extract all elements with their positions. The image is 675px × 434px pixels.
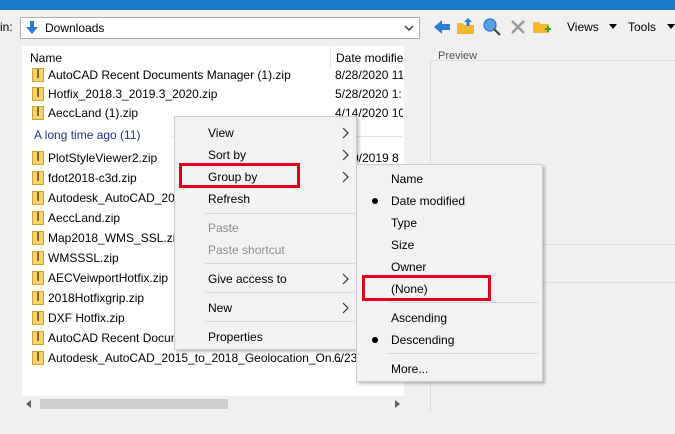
submenu-item-type[interactable]: Type <box>357 212 544 234</box>
file-name: fdot2018-c3d.zip <box>48 171 137 185</box>
zip-file-icon <box>32 251 44 265</box>
delete-icon[interactable] <box>508 17 528 37</box>
zip-file-icon <box>32 151 44 165</box>
zip-file-icon <box>32 291 44 305</box>
zip-file-icon <box>32 271 44 285</box>
file-name: DXF Hotfix.zip <box>48 311 125 325</box>
chevron-right-icon <box>342 302 349 314</box>
menu-separator <box>205 292 355 293</box>
zip-file-icon <box>32 331 44 345</box>
look-in-label: in: <box>0 20 13 34</box>
menu-separator <box>205 321 355 322</box>
file-name: AeccLand (1).zip <box>48 106 139 120</box>
views-menu-button[interactable]: Views <box>567 20 599 34</box>
file-name: WMSSSL.zip <box>48 251 119 265</box>
file-name: AutoCAD Recent Documents Manager (1).zip <box>48 68 291 82</box>
highlight-box-group-by <box>179 163 300 188</box>
submenu-item-more[interactable]: More... <box>357 358 544 380</box>
zip-file-icon <box>32 351 44 365</box>
zip-file-icon <box>32 68 44 82</box>
file-name: Hotfix_2018.3_2019.3_2020.zip <box>48 87 218 101</box>
search-web-icon[interactable] <box>482 17 502 37</box>
new-folder-icon[interactable] <box>532 17 552 37</box>
file-name: AECVeiwportHotfix.zip <box>48 271 169 285</box>
menu-item-paste-shortcut[interactable]: Paste shortcut <box>175 239 358 261</box>
file-date: 5/28/2020 1: <box>335 87 402 101</box>
preview-divider <box>543 244 675 245</box>
menu-item-refresh[interactable]: Refresh <box>175 188 358 210</box>
menu-item-view[interactable]: View <box>175 122 358 144</box>
file-name: 2018Hotfixgrip.zip <box>48 291 145 305</box>
zip-file-icon <box>32 311 44 325</box>
location-combo[interactable]: Downloads <box>20 17 420 39</box>
menu-separator <box>387 353 539 354</box>
submenu-item-size[interactable]: Size <box>357 234 544 256</box>
zip-file-icon <box>32 171 44 185</box>
preview-divider <box>543 282 675 283</box>
file-name: Autodesk_AutoCAD_201 <box>48 191 182 205</box>
file-date: 0/2019 8 <box>352 151 399 165</box>
column-header-date[interactable]: Date modifie <box>336 51 403 65</box>
chevron-right-icon <box>342 149 349 161</box>
scroll-right-icon[interactable] <box>395 400 400 408</box>
submenu-item-date-modified[interactable]: Date modified <box>357 190 544 212</box>
folder-up-icon[interactable] <box>456 17 476 37</box>
menu-separator <box>205 213 355 214</box>
title-bar <box>0 0 675 10</box>
context-menu: View Sort by Group by Refresh Paste Past… <box>174 116 357 350</box>
zip-file-icon <box>32 106 44 120</box>
menu-separator <box>387 302 539 303</box>
zip-file-icon <box>32 231 44 245</box>
submenu-item-descending[interactable]: Descending <box>357 329 544 351</box>
horizontal-scrollbar[interactable] <box>22 396 404 412</box>
menu-item-properties[interactable]: Properties <box>175 326 358 348</box>
column-header-name[interactable]: Name <box>30 51 62 65</box>
selected-bullet-icon <box>372 337 378 343</box>
zip-file-icon <box>32 211 44 225</box>
preview-divider <box>431 60 675 61</box>
file-name: AeccLand.zip <box>48 211 121 225</box>
file-name: PlotStyleViewer2.zip <box>48 151 158 165</box>
scroll-left-icon[interactable] <box>26 400 31 408</box>
toolbar: in: Downloads Views Tools <box>0 10 675 46</box>
file-name: Map2018_WMS_SSL.zip <box>48 231 183 245</box>
chevron-right-icon <box>342 171 349 183</box>
download-folder-icon <box>26 21 38 34</box>
group-by-submenu: Name Date modified Type Size Owner (None… <box>356 164 543 382</box>
chevron-right-icon <box>342 273 349 285</box>
menu-separator <box>205 263 355 264</box>
chevron-right-icon <box>342 127 349 139</box>
scrollbar-thumb[interactable] <box>40 399 228 409</box>
file-row[interactable]: Hotfix_2018.3_2019.3_2020.zip 5/28/2020 … <box>22 84 404 104</box>
file-name: AutoCAD Recent Docum <box>48 331 181 345</box>
menu-item-give-access[interactable]: Give access to <box>175 268 358 290</box>
tools-dropdown-icon[interactable] <box>667 24 675 29</box>
menu-item-new[interactable]: New <box>175 297 358 319</box>
file-row[interactable]: Autodesk_AutoCAD_2015_to_2018_Geolocatio… <box>22 348 404 368</box>
file-date: 8/28/2020 11 <box>335 68 403 82</box>
group-header[interactable]: A long time ago (11) <box>34 128 141 142</box>
selected-bullet-icon <box>372 198 378 204</box>
zip-file-icon <box>32 191 44 205</box>
tools-menu-button[interactable]: Tools <box>628 20 656 34</box>
file-name: Autodesk_AutoCAD_2015_to_2018_Geolocatio… <box>48 351 342 365</box>
submenu-item-ascending[interactable]: Ascending <box>357 307 544 329</box>
zip-file-icon <box>32 87 44 101</box>
menu-item-paste[interactable]: Paste <box>175 217 358 239</box>
chevron-down-icon <box>404 25 414 31</box>
location-text: Downloads <box>45 21 105 35</box>
submenu-item-name[interactable]: Name <box>357 168 544 190</box>
back-arrow-icon[interactable] <box>432 17 452 37</box>
file-row[interactable]: AutoCAD Recent Documents Manager (1).zip… <box>22 65 404 85</box>
views-dropdown-icon[interactable] <box>609 24 617 29</box>
highlight-box-none <box>362 275 491 301</box>
